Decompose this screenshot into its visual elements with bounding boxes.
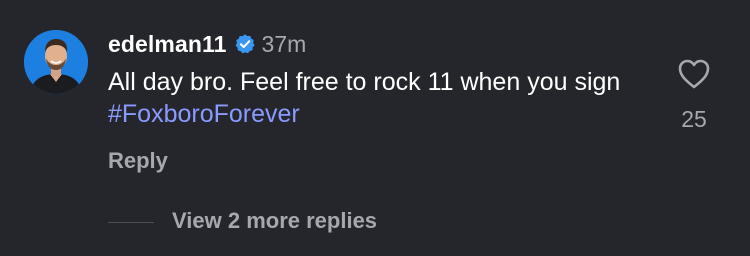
comment: edelman11 37m All day bro. Feel free to … [0, 0, 750, 256]
reply-button[interactable]: Reply [108, 148, 168, 174]
replies-divider [108, 222, 154, 223]
username[interactable]: edelman11 [108, 31, 227, 58]
heart-outline-icon [678, 59, 710, 89]
hashtag-link[interactable]: #FoxboroForever [108, 100, 300, 128]
comment-text-main: All day bro. Feel free to rock 11 when y… [108, 68, 621, 96]
view-more-replies-button[interactable]: View 2 more replies [172, 208, 377, 234]
timestamp: 37m [261, 30, 307, 57]
avatar-image [24, 30, 88, 94]
comment-header: edelman11 37m [108, 30, 306, 58]
like-button[interactable] [676, 56, 712, 92]
avatar[interactable] [24, 30, 88, 94]
verified-badge-icon [234, 33, 256, 55]
comment-text: All day bro. Feel free to rock 11 when y… [108, 66, 668, 130]
like-count: 25 [681, 106, 707, 132]
